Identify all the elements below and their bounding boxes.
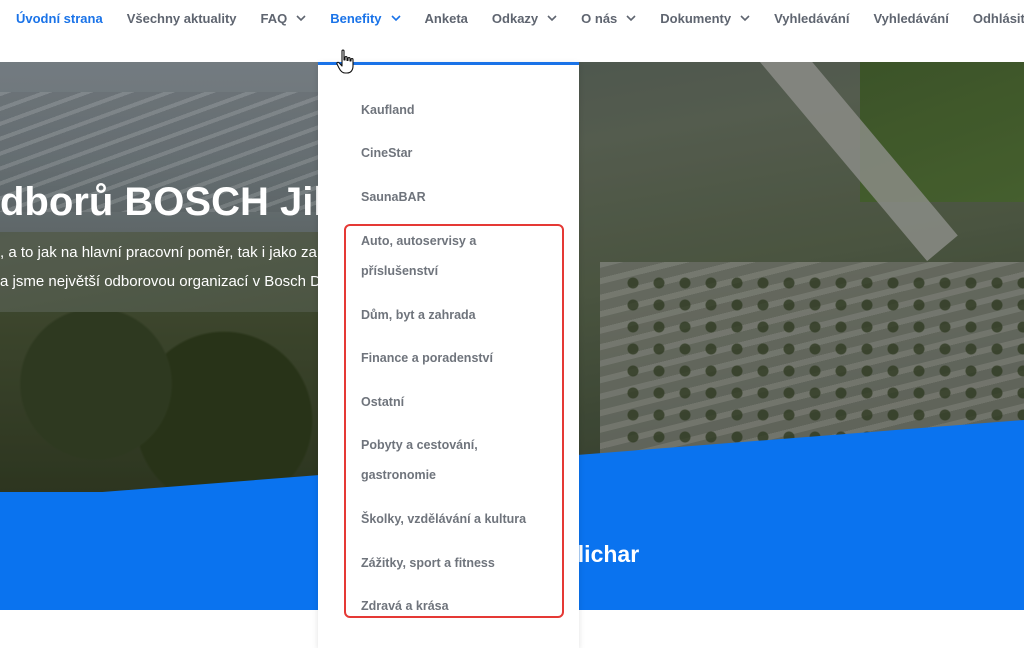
hero-text-line-2: a jsme největší odborovou organizací v B…	[0, 273, 321, 290]
nav-item-label: Vyhledávání	[774, 10, 850, 26]
nav-item-label: Vyhledávání	[873, 10, 949, 26]
menu-item-label: Kaufland	[361, 103, 415, 117]
menu-item-finance[interactable]: Finance a poradenství	[361, 343, 561, 373]
menu-item-label: Ostatní	[361, 395, 405, 409]
menu-item-auto[interactable]: Auto, autoservisy a příslušenství	[361, 226, 561, 286]
menu-item-saunabar[interactable]: SaunaBAR	[361, 182, 561, 212]
nav-item-logout[interactable]: Odhlásit se	[973, 10, 1024, 26]
menu-item-label: Auto, autoservisy a	[361, 234, 477, 248]
menu-item-label: Zdravá a krása	[361, 599, 449, 613]
main-navigation: Úvodní strana Všechny aktuality FAQ Bene…	[0, 0, 1024, 62]
nav-item-links[interactable]: Odkazy	[492, 10, 557, 26]
chevron-down-icon	[547, 13, 557, 23]
nav-item-search-2[interactable]: Vyhledávání	[873, 10, 948, 26]
menu-item-label-line-2: příslušenství	[361, 264, 439, 278]
nav-item-documents[interactable]: Dokumenty	[660, 10, 750, 26]
menu-item-health[interactable]: Zdravá a krása	[361, 591, 561, 621]
nav-item-poll[interactable]: Anketa	[425, 10, 468, 26]
nav-item-benefits[interactable]: Benefity	[330, 10, 401, 26]
menu-item-cinestar[interactable]: CineStar	[361, 138, 561, 168]
nav-item-label: Benefity	[330, 10, 382, 26]
menu-item-sport[interactable]: Zážitky, sport a fitness	[361, 548, 561, 578]
nav-item-label: FAQ	[260, 10, 288, 26]
nav-item-search[interactable]: Vyhledávání	[774, 10, 849, 26]
hand-pointer-icon	[336, 49, 356, 80]
nav-item-all-news[interactable]: Všechny aktuality	[127, 10, 237, 26]
chevron-down-icon	[740, 13, 750, 23]
nav-item-label: Anketa	[424, 10, 468, 26]
chevron-down-icon	[626, 13, 636, 23]
chevron-down-icon	[390, 13, 401, 23]
nav-item-about[interactable]: O nás	[581, 10, 636, 26]
menu-item-education[interactable]: Školky, vzdělávání a kultura	[361, 504, 561, 534]
chevron-down-icon	[296, 13, 306, 23]
hero-title: dborů BOSCH Jih	[0, 180, 338, 224]
nav-item-label: Odkazy	[491, 10, 539, 26]
nav-item-label: O nás	[581, 10, 618, 26]
menu-item-kaufland[interactable]: Kaufland	[361, 95, 561, 125]
nav-item-label: Dokumenty	[660, 10, 732, 26]
menu-item-home-garden[interactable]: Dům, byt a zahrada	[361, 300, 561, 330]
menu-item-label: Školky, vzdělávání a kultura	[361, 512, 527, 526]
nav-item-faq[interactable]: FAQ	[261, 10, 307, 26]
menu-item-label: SaunaBAR	[361, 190, 426, 204]
nav-item-label: Úvodní strana	[16, 10, 103, 26]
menu-item-label: Zážitky, sport a fitness	[361, 556, 495, 570]
menu-item-other[interactable]: Ostatní	[361, 387, 561, 417]
menu-item-label: CineStar	[361, 146, 413, 160]
menu-item-travel[interactable]: Pobyty a cestování, gastronomie	[361, 430, 561, 490]
nav-item-label: Všechny aktuality	[126, 10, 237, 26]
menu-item-label-line-2: gastronomie	[361, 468, 437, 482]
nav-item-label: Odhlásit se	[972, 10, 1024, 26]
hero-text-line-1: , a to jak na hlavní pracovní poměr, tak…	[0, 244, 317, 261]
benefits-dropdown-menu: Kaufland CineStar SaunaBAR Auto, autoser…	[318, 62, 579, 648]
nav-item-home[interactable]: Úvodní strana	[16, 10, 103, 26]
menu-item-label: Pobyty a cestování,	[361, 438, 478, 452]
menu-item-label: Dům, byt a zahrada	[361, 308, 476, 322]
menu-item-label: Finance a poradenství	[361, 351, 493, 365]
